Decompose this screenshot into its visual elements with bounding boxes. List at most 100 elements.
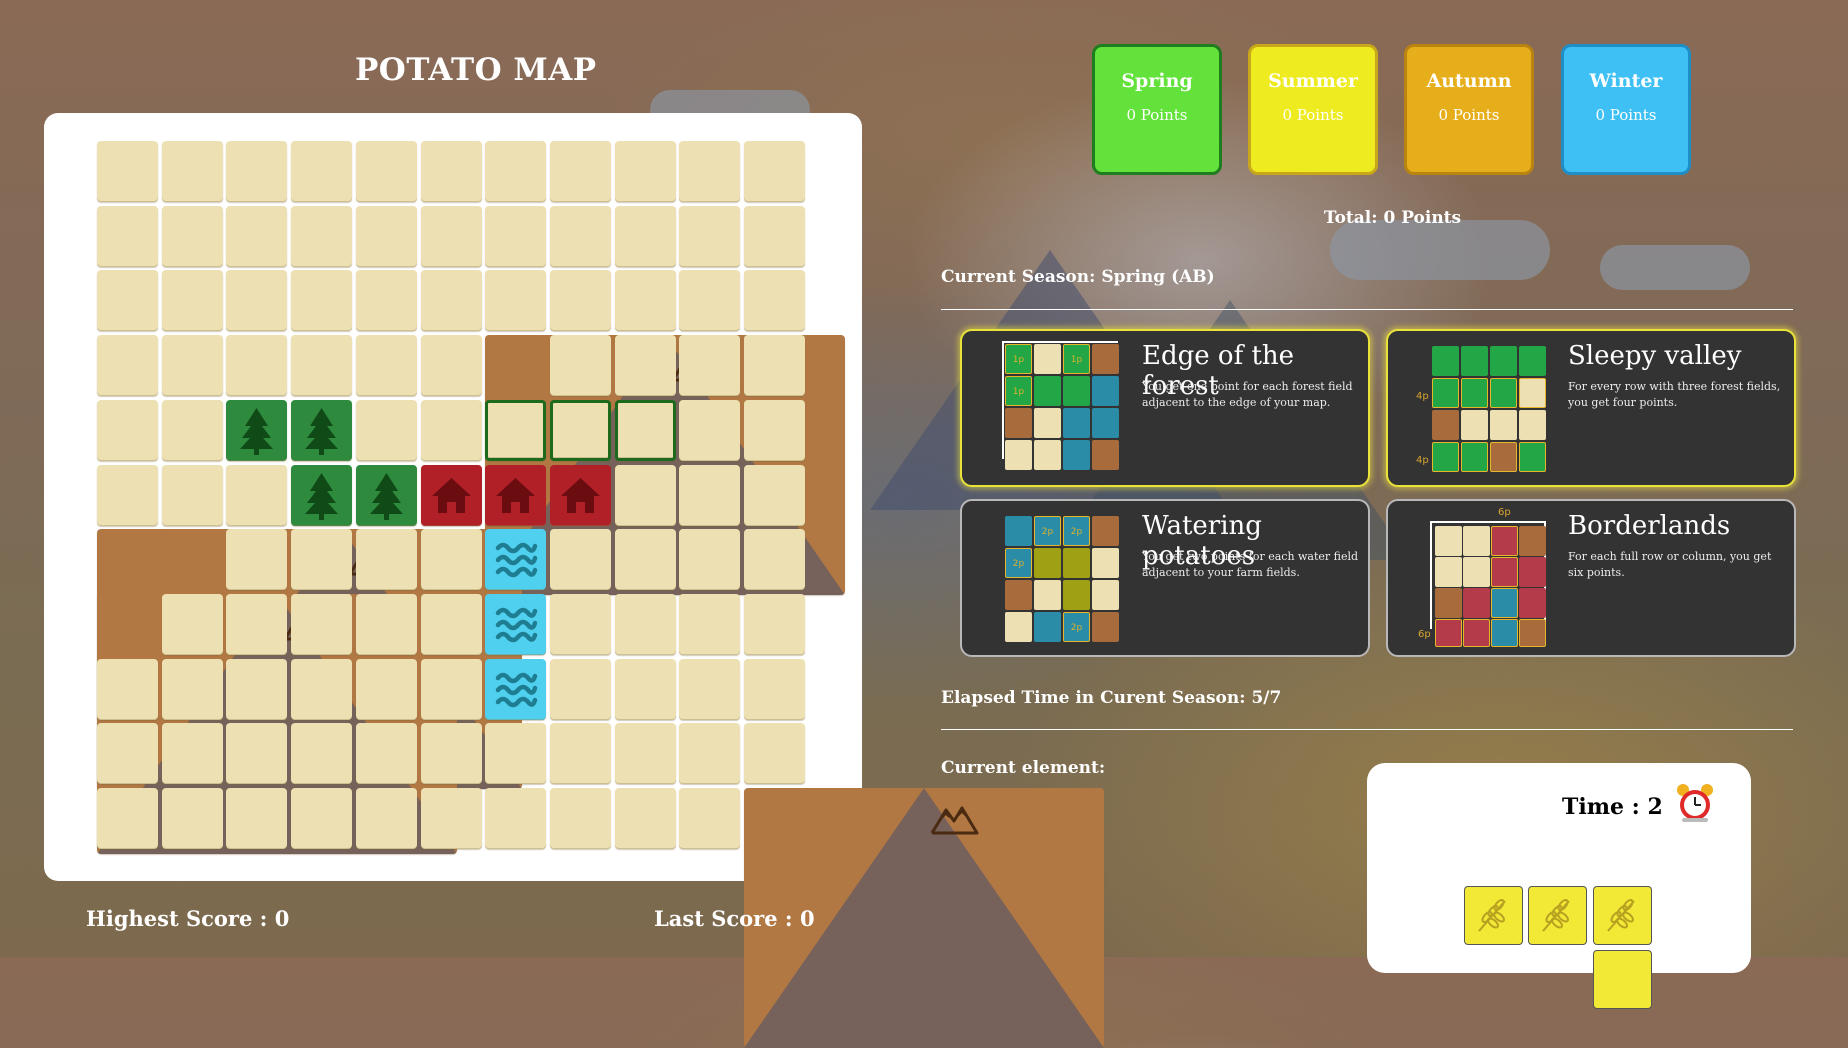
- map-cell-empty[interactable]: [226, 270, 287, 331]
- map-cell-forest[interactable]: [291, 400, 352, 461]
- map-cell-empty[interactable]: [744, 270, 805, 331]
- map-cell-empty[interactable]: [291, 659, 352, 720]
- map-cell-empty[interactable]: [162, 270, 223, 331]
- map-cell-empty[interactable]: [744, 465, 805, 526]
- map-cell-empty[interactable]: [550, 788, 611, 849]
- map-cell-empty[interactable]: [679, 270, 740, 331]
- map-cell-empty[interactable]: [226, 659, 287, 720]
- map-cell-empty[interactable]: [356, 723, 417, 784]
- map-cell-empty[interactable]: [550, 141, 611, 202]
- map-cell-empty[interactable]: [421, 788, 482, 849]
- map-cell-empty[interactable]: [421, 594, 482, 655]
- map-cell-empty[interactable]: [162, 400, 223, 461]
- map-cell-empty[interactable]: [226, 206, 287, 267]
- map-cell-empty[interactable]: [291, 141, 352, 202]
- map-cell-empty[interactable]: [162, 206, 223, 267]
- map-cell-empty[interactable]: [550, 723, 611, 784]
- map-cell-empty[interactable]: [356, 529, 417, 590]
- map-cell-empty[interactable]: [679, 335, 740, 396]
- map-cell-water[interactable]: [485, 529, 546, 590]
- map-cell-empty[interactable]: [97, 400, 158, 461]
- map-cell-empty[interactable]: [421, 335, 482, 396]
- map-cell-water[interactable]: [485, 594, 546, 655]
- map-cell-empty[interactable]: [679, 529, 740, 590]
- map-cell-empty[interactable]: [615, 723, 676, 784]
- map-cell-forest[interactable]: [291, 465, 352, 526]
- map-cell-empty[interactable]: [291, 788, 352, 849]
- map-cell-empty[interactable]: [226, 335, 287, 396]
- map-cell-preview[interactable]: [485, 400, 546, 461]
- map-cell-empty[interactable]: [356, 659, 417, 720]
- map-grid[interactable]: [97, 141, 1104, 1048]
- map-cell-empty[interactable]: [97, 788, 158, 849]
- map-cell-empty[interactable]: [97, 270, 158, 331]
- map-cell-empty[interactable]: [615, 335, 676, 396]
- map-cell-forest[interactable]: [226, 400, 287, 461]
- map-cell-empty[interactable]: [744, 659, 805, 720]
- map-cell-empty[interactable]: [291, 529, 352, 590]
- map-cell-empty[interactable]: [226, 529, 287, 590]
- map-cell-empty[interactable]: [679, 723, 740, 784]
- map-cell-village[interactable]: [421, 465, 482, 526]
- map-cell-empty[interactable]: [162, 659, 223, 720]
- map-cell-empty[interactable]: [615, 206, 676, 267]
- map-cell-empty[interactable]: [291, 335, 352, 396]
- map-cell-empty[interactable]: [679, 788, 740, 849]
- map-cell-empty[interactable]: [97, 723, 158, 784]
- map-cell-empty[interactable]: [356, 788, 417, 849]
- map-cell-empty[interactable]: [550, 335, 611, 396]
- map-cell-empty[interactable]: [679, 594, 740, 655]
- map-cell-empty[interactable]: [550, 270, 611, 331]
- map-cell-empty[interactable]: [97, 141, 158, 202]
- map-cell-empty[interactable]: [162, 723, 223, 784]
- map-cell-empty[interactable]: [744, 529, 805, 590]
- map-cell-empty[interactable]: [291, 594, 352, 655]
- map-cell-empty[interactable]: [485, 723, 546, 784]
- map-cell-empty[interactable]: [615, 141, 676, 202]
- map-cell-empty[interactable]: [615, 594, 676, 655]
- map-cell-empty[interactable]: [421, 529, 482, 590]
- map-cell-empty[interactable]: [485, 141, 546, 202]
- map-cell-empty[interactable]: [744, 335, 805, 396]
- map-cell-empty[interactable]: [97, 335, 158, 396]
- map-cell-empty[interactable]: [162, 335, 223, 396]
- map-cell-empty[interactable]: [226, 141, 287, 202]
- map-cell-empty[interactable]: [162, 465, 223, 526]
- map-cell-empty[interactable]: [679, 141, 740, 202]
- map-cell-empty[interactable]: [550, 659, 611, 720]
- mission-card-sleepy-valley[interactable]: 4p 4p Sleepy valley For every row with t…: [1386, 329, 1796, 487]
- map-cell-empty[interactable]: [550, 206, 611, 267]
- map-cell-village[interactable]: [550, 465, 611, 526]
- map-cell-empty[interactable]: [97, 465, 158, 526]
- map-cell-empty[interactable]: [356, 400, 417, 461]
- map-cell-empty[interactable]: [615, 659, 676, 720]
- element-cell-farm[interactable]: [1464, 886, 1523, 945]
- map-cell-empty[interactable]: [679, 659, 740, 720]
- map-cell-empty[interactable]: [162, 788, 223, 849]
- map-cell-empty[interactable]: [356, 335, 417, 396]
- map-cell-empty[interactable]: [421, 206, 482, 267]
- map-cell-empty[interactable]: [744, 141, 805, 202]
- map-cell-empty[interactable]: [356, 594, 417, 655]
- map-cell-empty[interactable]: [291, 723, 352, 784]
- map-cell-empty[interactable]: [226, 788, 287, 849]
- map-cell-empty[interactable]: [356, 270, 417, 331]
- map-cell-empty[interactable]: [421, 400, 482, 461]
- map-cell-empty[interactable]: [291, 206, 352, 267]
- map-cell-empty[interactable]: [421, 141, 482, 202]
- map-cell-empty[interactable]: [356, 206, 417, 267]
- map-cell-empty[interactable]: [226, 594, 287, 655]
- map-cell-empty[interactable]: [550, 529, 611, 590]
- map-cell-empty[interactable]: [421, 659, 482, 720]
- map-cell-preview[interactable]: [615, 400, 676, 461]
- map-cell-water[interactable]: [485, 659, 546, 720]
- map-cell-empty[interactable]: [615, 270, 676, 331]
- map-cell-empty[interactable]: [679, 465, 740, 526]
- map-cell-empty[interactable]: [356, 141, 417, 202]
- map-cell-empty[interactable]: [162, 141, 223, 202]
- map-cell-empty[interactable]: [291, 270, 352, 331]
- map-cell-empty[interactable]: [615, 788, 676, 849]
- map-cell-empty[interactable]: [226, 465, 287, 526]
- map-cell-empty[interactable]: [615, 465, 676, 526]
- element-cell-farm[interactable]: [1593, 950, 1652, 1009]
